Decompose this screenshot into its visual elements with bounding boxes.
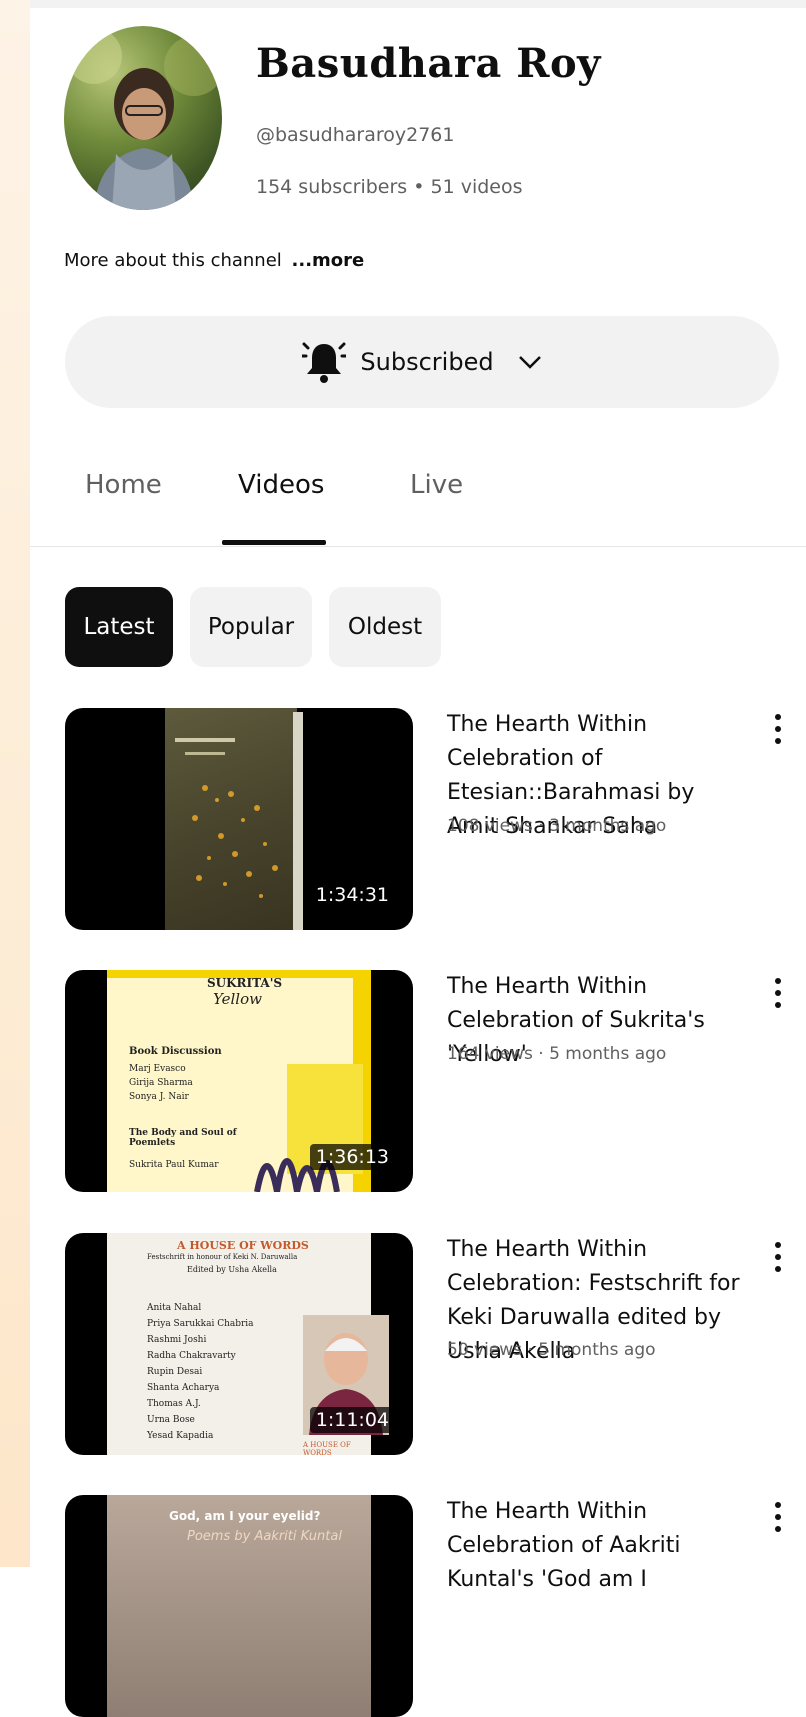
poster-name: Anita Nahal bbox=[147, 1303, 202, 1313]
poster-subtitle: Festschrift in honour of Keki N. Daruwal… bbox=[147, 1253, 298, 1261]
poster-name: Shanta Acharya bbox=[147, 1383, 220, 1393]
poster-script: Yellow bbox=[213, 990, 262, 1008]
channel-description[interactable]: More about this channel ...more bbox=[64, 250, 364, 271]
poster-editor: Edited by Usha Akella bbox=[187, 1265, 277, 1274]
video-duration: 1:11:04 bbox=[309, 1407, 395, 1433]
poster-heading: God, am I your eyelid? bbox=[169, 1509, 321, 1523]
video-meta: 50 views · 5 months ago bbox=[447, 1340, 656, 1360]
more-vert-icon[interactable] bbox=[770, 1500, 786, 1534]
book-cover-image bbox=[165, 708, 297, 930]
top-bar-edge bbox=[30, 0, 806, 8]
channel-stats: 154 subscribers • 51 videos bbox=[256, 176, 523, 198]
more-link[interactable]: ...more bbox=[292, 250, 365, 271]
video-thumbnail[interactable]: A HOUSE OF WORDS Festschrift in honour o… bbox=[65, 1233, 413, 1455]
left-decorative-strip bbox=[0, 0, 30, 1567]
channel-name: Basudhara Roy bbox=[256, 40, 601, 87]
channel-handle: @basudhararoy2761 bbox=[256, 124, 455, 146]
poster-name: Thomas A.J. bbox=[147, 1399, 201, 1409]
video-meta: 164 views · 5 months ago bbox=[447, 1044, 667, 1064]
poster-name: Rashmi Joshi bbox=[147, 1335, 207, 1345]
tab-videos[interactable]: Videos bbox=[238, 470, 324, 500]
active-tab-indicator bbox=[222, 540, 326, 545]
chip-oldest[interactable]: Oldest bbox=[329, 587, 441, 667]
video-duration: 1:34:31 bbox=[309, 882, 395, 908]
chip-popular[interactable]: Popular bbox=[190, 587, 312, 667]
subscribed-button[interactable]: Subscribed bbox=[65, 316, 779, 408]
poster-name: Rupin Desai bbox=[147, 1367, 203, 1377]
poster-name: Urna Bose bbox=[147, 1415, 195, 1425]
video-duration: 1:36:13 bbox=[309, 1144, 395, 1170]
poster-name: Radha Chakravarty bbox=[147, 1351, 236, 1361]
poster-foot: A HOUSE OF WORDS bbox=[303, 1441, 351, 1455]
channel-about-text: More about this channel bbox=[64, 250, 282, 271]
video-thumbnail[interactable]: 1:34:31 bbox=[65, 708, 413, 930]
bell-icon bbox=[302, 342, 347, 383]
tab-live[interactable]: Live bbox=[410, 470, 463, 500]
poster-name-1: Marj Evasco bbox=[129, 1064, 186, 1074]
poster-section-2: The Body and Soul of Poemlets bbox=[129, 1128, 237, 1148]
chevron-down-icon bbox=[518, 356, 541, 369]
poster-name: Priya Sarukkai Chabria bbox=[147, 1319, 254, 1329]
more-vert-icon[interactable] bbox=[770, 976, 786, 1010]
subscribed-label: Subscribed bbox=[360, 348, 494, 376]
tab-home[interactable]: Home bbox=[85, 470, 162, 500]
poster-script: Poems by Aakriti Kuntal bbox=[187, 1529, 342, 1544]
channel-tabs: Home Videos Live bbox=[30, 462, 806, 547]
video-thumbnail[interactable]: SUKRITA'S Yellow Book Discussion Marj Ev… bbox=[65, 970, 413, 1192]
channel-avatar[interactable] bbox=[64, 26, 222, 210]
more-vert-icon[interactable] bbox=[770, 712, 786, 746]
video-meta: 108 views · 3 months ago bbox=[447, 816, 667, 836]
more-vert-icon[interactable] bbox=[770, 1240, 786, 1274]
poster-image: God, am I your eyelid? Poems by Aakriti … bbox=[107, 1495, 371, 1717]
video-title[interactable]: The Hearth Within Celebration of Aakriti… bbox=[447, 1495, 752, 1597]
poster-heading: A HOUSE OF WORDS bbox=[177, 1239, 309, 1252]
book-spine bbox=[293, 712, 303, 930]
poster-name-3: Sonya J. Nair bbox=[129, 1092, 189, 1102]
poster-name-2: Girija Sharma bbox=[129, 1078, 193, 1088]
poster-name-4: Sukrita Paul Kumar bbox=[129, 1160, 219, 1170]
poster-name: Yesad Kapadia bbox=[147, 1431, 214, 1441]
chip-latest[interactable]: Latest bbox=[65, 587, 173, 667]
poster-section-1: Book Discussion bbox=[129, 1046, 222, 1057]
video-thumbnail[interactable]: God, am I your eyelid? Poems by Aakriti … bbox=[65, 1495, 413, 1717]
poster-heading: SUKRITA'S bbox=[207, 976, 283, 990]
